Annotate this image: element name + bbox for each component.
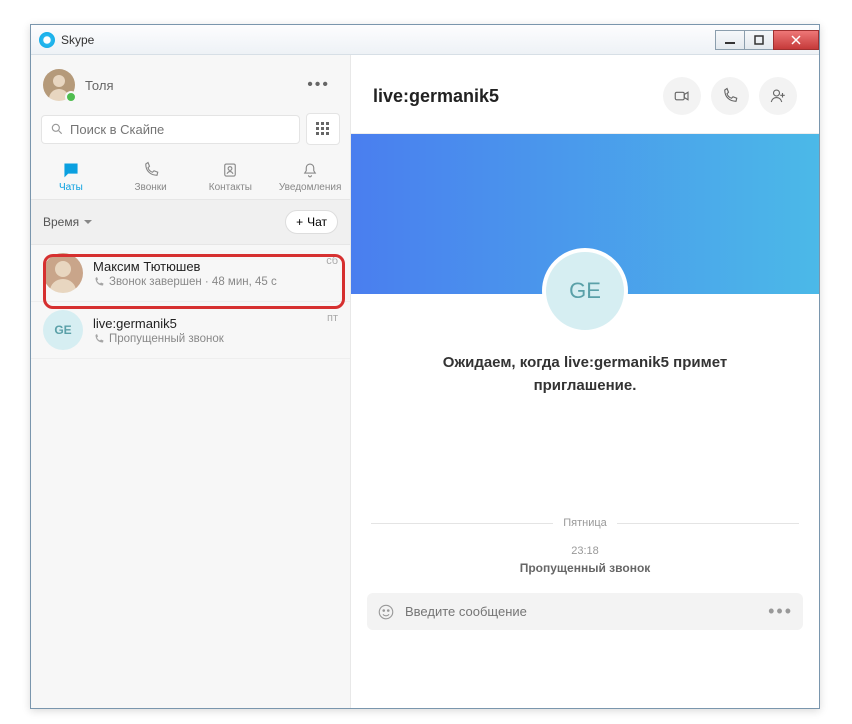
tab-calls-label: Звонки (134, 182, 166, 193)
message-composer[interactable]: ••• (367, 593, 803, 630)
chat-time: сб (326, 255, 338, 267)
maximize-button[interactable] (744, 30, 774, 50)
chat-item[interactable]: Максим Тютюшев Звонок завершен · 48 мин,… (31, 245, 350, 302)
nav-tabs: Чаты Звонки Контакты Уведомления (31, 153, 350, 200)
profile-name[interactable]: Толя (85, 78, 114, 93)
list-header: Время + Чат (31, 200, 350, 245)
chat-name: Максим Тютюшев (93, 259, 320, 274)
tab-notifications-label: Уведомления (279, 182, 342, 193)
chat-time: пт (327, 312, 338, 324)
waiting-text: Ожидаем, когда live:germanik5 примет при… (351, 352, 819, 397)
phone-icon (93, 276, 105, 288)
skype-icon (39, 32, 55, 48)
chat-name: live:germanik5 (93, 316, 321, 331)
chat-item[interactable]: GE live:germanik5 Пропущенный звонок пт (31, 302, 350, 359)
tab-calls[interactable]: Звонки (111, 153, 191, 199)
tab-notifications[interactable]: Уведомления (270, 153, 350, 199)
conversation-title: live:germanik5 (373, 86, 499, 107)
message-time: 23:18 (351, 545, 819, 557)
avatar[interactable] (43, 69, 75, 101)
day-separator: Пятница (371, 517, 799, 529)
search-box[interactable] (41, 115, 300, 144)
search-icon (50, 122, 64, 136)
message-input[interactable] (405, 604, 758, 619)
sort-dropdown[interactable]: Время (43, 215, 93, 229)
message-text: Пропущенный звонок (351, 561, 819, 575)
video-call-button[interactable] (663, 77, 701, 115)
chat-avatar (43, 253, 83, 293)
chat-subtitle: Звонок завершен · 48 мин, 45 с (93, 276, 320, 288)
chat-avatar: GE (43, 310, 83, 350)
profile-banner: GE (351, 134, 819, 294)
close-button[interactable] (773, 30, 819, 50)
add-contact-button[interactable] (759, 77, 797, 115)
conversation-header: live:germanik5 (351, 55, 819, 134)
sidebar: Толя ••• Чаты Звонки (31, 55, 351, 708)
app-window: Skype Толя ••• (30, 24, 820, 709)
profile-avatar-large: GE (542, 248, 628, 334)
dialpad-icon (316, 122, 330, 136)
tab-chats[interactable]: Чаты (31, 153, 111, 199)
composer-more-button[interactable]: ••• (768, 601, 793, 622)
tab-chats-label: Чаты (59, 182, 83, 193)
window-controls (716, 30, 819, 50)
audio-call-button[interactable] (711, 77, 749, 115)
window-title: Skype (61, 33, 94, 47)
plus-icon: + (296, 215, 303, 229)
profile-row: Толя ••• (31, 55, 350, 107)
phone-icon (93, 333, 105, 345)
search-input[interactable] (70, 122, 291, 137)
new-chat-button[interactable]: + Чат (285, 210, 338, 234)
dialpad-button[interactable] (306, 113, 340, 145)
titlebar: Skype (31, 25, 819, 55)
tab-contacts-label: Контакты (209, 182, 252, 193)
presence-indicator (65, 91, 77, 103)
chevron-down-icon (83, 217, 93, 227)
tab-contacts[interactable]: Контакты (191, 153, 271, 199)
minimize-button[interactable] (715, 30, 745, 50)
emoji-icon[interactable] (377, 603, 395, 621)
chat-subtitle: Пропущенный звонок (93, 333, 321, 345)
more-button[interactable]: ••• (299, 72, 338, 98)
main-panel: live:germanik5 GE Ожидаем, когда live:ge… (351, 55, 819, 708)
